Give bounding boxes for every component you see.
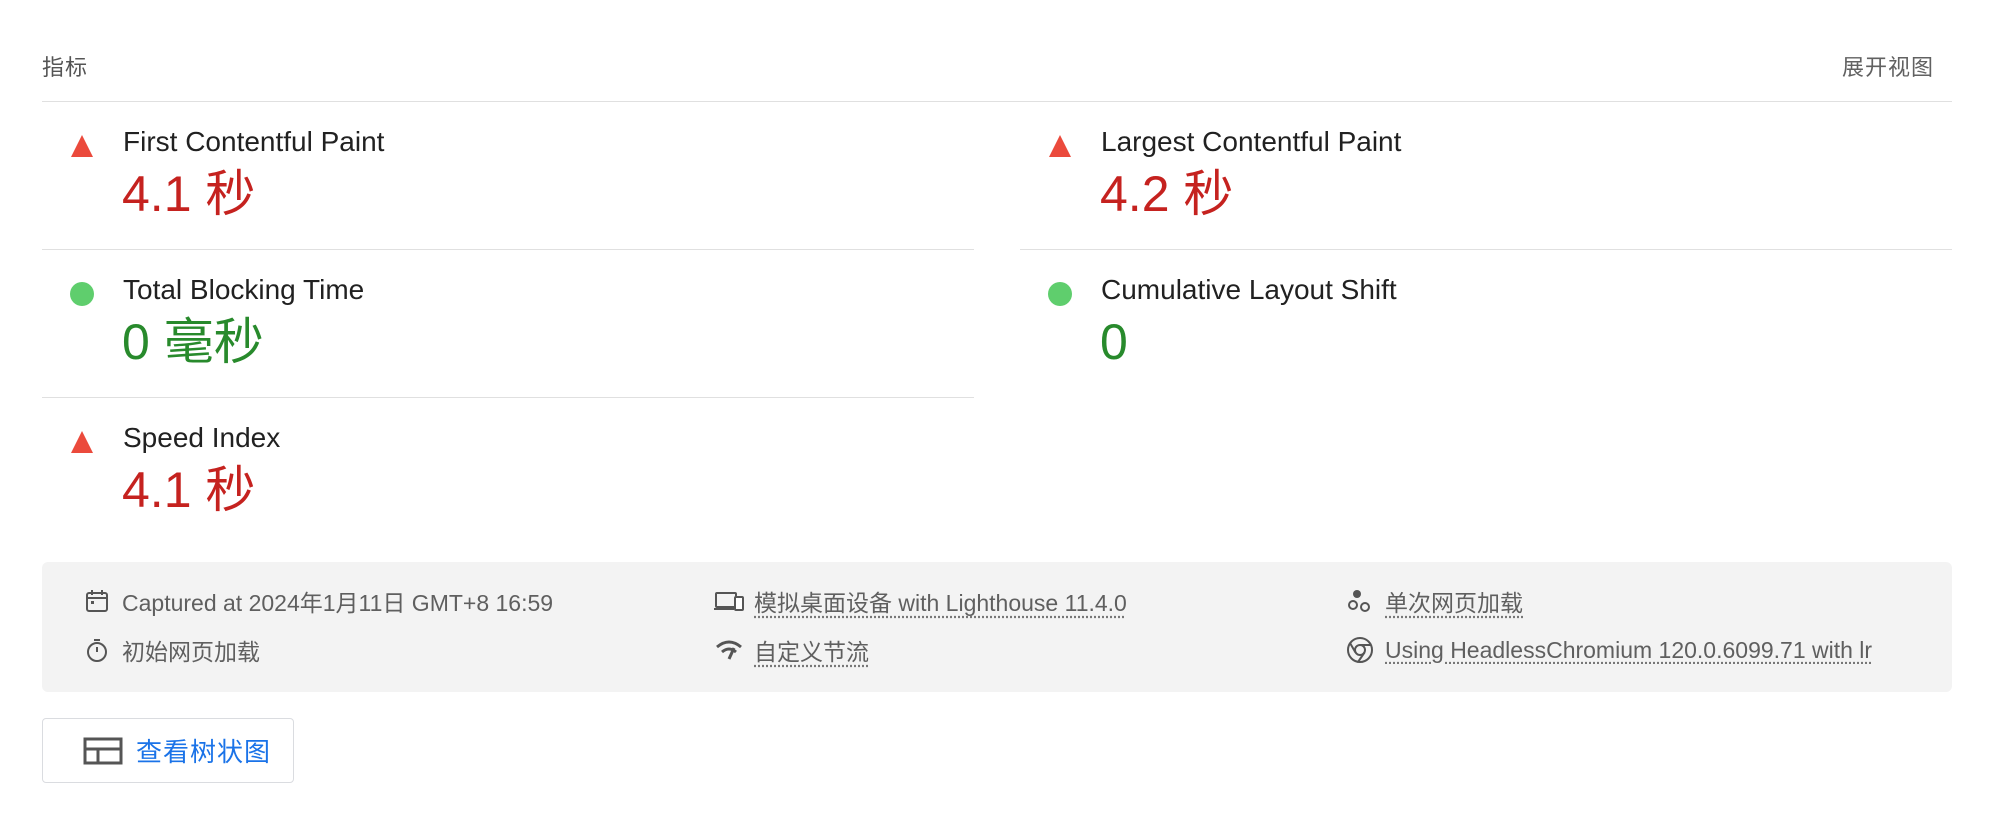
metric-name: First Contentful Paint	[123, 126, 385, 157]
captured-at-text: Captured at 2024年1月11日 GMT+8 16:59	[122, 590, 554, 616]
red-triangle-icon	[71, 431, 93, 453]
metric-cumulative-layout-shift: Cumulative Layout Shift 0	[1020, 250, 1952, 398]
browser-text[interactable]: Using HeadlessChromium 120.0.6099.71 wit…	[1385, 637, 1872, 664]
green-circle-icon	[1048, 282, 1072, 306]
chrome-icon	[1345, 635, 1375, 665]
metric-speed-index: Speed Index 4.1 秒	[42, 398, 974, 546]
single-load-icon	[1345, 586, 1375, 616]
red-triangle-icon	[71, 135, 93, 157]
metric-name: Cumulative Layout Shift	[1101, 274, 1397, 305]
device-item[interactable]: 模拟桌面设备 with Lighthouse 11.4.0	[714, 586, 1127, 616]
view-treemap-label[interactable]: 查看树状图	[136, 732, 271, 769]
metric-name: Speed Index	[123, 422, 281, 453]
metric-value: 4.1 秒	[122, 462, 256, 518]
metric-value: 4.2 秒	[1100, 166, 1234, 222]
metrics-title: 指标	[42, 55, 89, 80]
signal-icon	[714, 635, 744, 665]
red-triangle-icon	[1049, 135, 1071, 157]
browser-item[interactable]: Using HeadlessChromium 120.0.6099.71 wit…	[1345, 635, 1872, 665]
metrics-header: 指标 展开视图	[42, 40, 1952, 102]
calendar-icon	[82, 586, 112, 616]
metric-first-contentful-paint: First Contentful Paint 4.1 秒	[42, 102, 974, 250]
metric-total-blocking-time: Total Blocking Time 0 毫秒	[42, 250, 974, 398]
expand-view-toggle[interactable]: 展开视图	[1842, 50, 1934, 82]
treemap-icon	[83, 736, 123, 766]
metric-largest-contentful-paint: Largest Contentful Paint 4.2 秒	[1020, 102, 1952, 250]
metric-name: Total Blocking Time	[123, 274, 365, 305]
devices-icon	[714, 586, 744, 616]
single-load-item[interactable]: 单次网页加载	[1345, 586, 1523, 616]
initial-load-text: 初始网页加载	[122, 639, 260, 665]
device-text[interactable]: 模拟桌面设备 with Lighthouse 11.4.0	[754, 584, 1127, 618]
run-info-panel: Captured at 2024年1月11日 GMT+8 16:59 初始网页加…	[42, 562, 1952, 692]
view-treemap-button[interactable]: 查看树状图	[42, 718, 294, 783]
captured-at-item: Captured at 2024年1月11日 GMT+8 16:59	[82, 586, 553, 616]
single-load-text[interactable]: 单次网页加载	[1385, 584, 1523, 618]
throttling-item[interactable]: 自定义节流	[714, 635, 869, 665]
green-circle-icon	[70, 282, 94, 306]
metric-value: 0 毫秒	[122, 314, 264, 370]
throttling-text[interactable]: 自定义节流	[754, 633, 869, 667]
stopwatch-icon	[82, 635, 112, 665]
metric-value: 4.1 秒	[122, 166, 256, 222]
metric-name: Largest Contentful Paint	[1101, 126, 1402, 157]
metric-value: 0	[1100, 314, 1128, 370]
initial-load-item: 初始网页加载	[82, 635, 260, 665]
